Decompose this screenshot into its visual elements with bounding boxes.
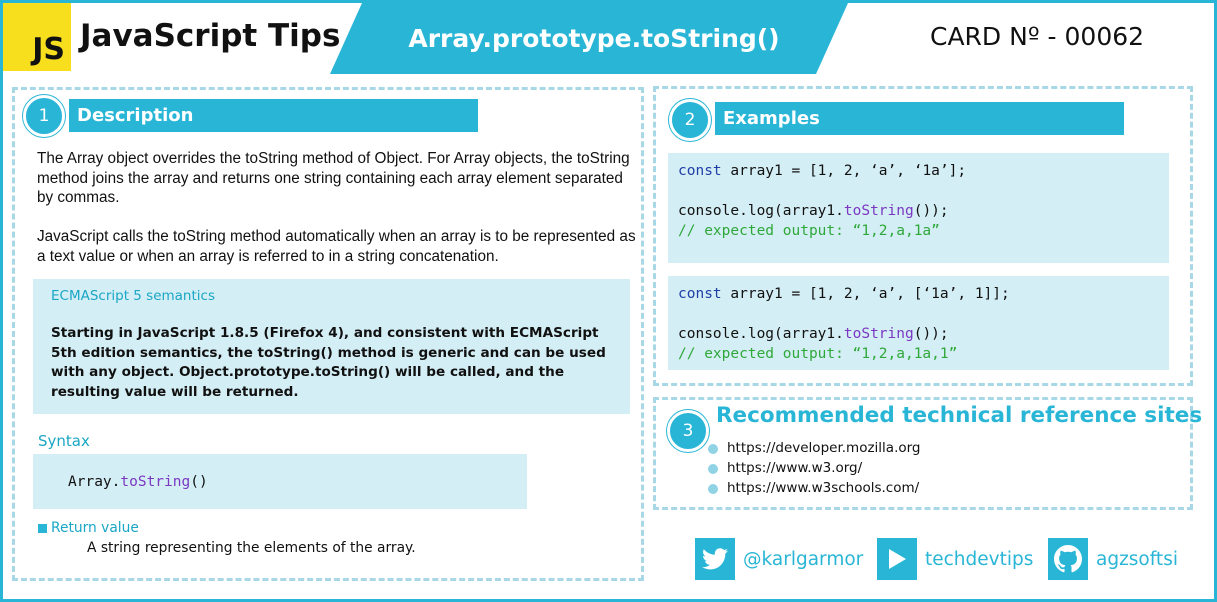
js-logo: JS (3, 3, 71, 71)
code-method: toString (843, 203, 914, 219)
return-value-label: Return value (51, 520, 139, 536)
youtube-play-icon (877, 538, 917, 580)
code-text: array1 = [1, 2, ‘a’, [‘1a’, 1]]; (721, 286, 1010, 302)
return-value-text: A string representing the elements of th… (87, 540, 416, 556)
code-comment: // expected output: “1,2,a,1a” (678, 223, 940, 239)
syntax-object: Array. (68, 473, 121, 490)
reference-link-mdn[interactable]: https://developer.mozilla.org (708, 438, 921, 458)
example-1-code: const array1 = [1, 2, ‘a’, ‘1a’]; consol… (668, 153, 1169, 263)
social-youtube[interactable]: techdevtips (877, 538, 1033, 580)
syntax-method: toString (120, 473, 191, 490)
section-number-1: 1 (23, 95, 65, 137)
reference-link-w3[interactable]: https://www.w3.org/ (708, 458, 921, 478)
syntax-parens: () (190, 473, 208, 490)
code-line: const array1 = [1, 2, ‘a’, [‘1a’, 1]]; (678, 284, 1169, 304)
bullet-icon (708, 464, 718, 474)
brand-title: JavaScript Tips (80, 18, 341, 54)
examples-heading: Examples (715, 102, 1124, 135)
code-text: console.log(array1. (678, 203, 844, 219)
semantics-box: ECMAScript 5 semantics Starting in JavaS… (33, 279, 630, 414)
return-value-bullet-icon (38, 524, 47, 533)
semantics-body: Starting in JavaScript 1.8.5 (Firefox 4)… (51, 325, 606, 400)
syntax-label: Syntax (38, 432, 90, 450)
semantics-title: ECMAScript 5 semantics (51, 288, 215, 304)
code-method: toString (843, 326, 914, 342)
title-banner: Array.prototype.toString() (330, 3, 848, 74)
code-text: console.log(array1. (678, 326, 844, 342)
description-heading: Description (69, 99, 478, 132)
reference-link-w3schools[interactable]: https://www.w3schools.com/ (708, 478, 921, 498)
social-twitter[interactable]: @karlgarmor (695, 538, 863, 580)
reference-url: https://www.w3.org/ (727, 460, 863, 476)
reference-url: https://developer.mozilla.org (727, 440, 921, 456)
references-heading: Recommended technical reference sites (716, 403, 1203, 428)
github-icon (1048, 538, 1088, 580)
code-text: array1 = [1, 2, ‘a’, ‘1a’]; (721, 163, 967, 179)
code-text: ()); (913, 326, 949, 342)
page-title: Array.prototype.toString() (408, 24, 780, 53)
code-keyword: const (678, 286, 722, 302)
syntax-code: Array. toString() (33, 454, 527, 509)
example-2-code: const array1 = [1, 2, ‘a’, [‘1a’, 1]]; c… (668, 276, 1169, 370)
bullet-icon (708, 444, 718, 454)
code-comment: // expected output: “1,2,a,1a,1” (678, 346, 958, 362)
code-keyword: const (678, 163, 722, 179)
description-paragraph-2: JavaScript calls the toString method aut… (37, 228, 636, 265)
twitter-icon (695, 538, 735, 580)
github-handle: agzsoftsi (1096, 548, 1178, 570)
twitter-handle: @karlgarmor (743, 548, 864, 570)
reference-url: https://www.w3schools.com/ (727, 480, 920, 496)
code-line: const array1 = [1, 2, ‘a’, ‘1a’]; (678, 161, 1169, 181)
bullet-icon (708, 484, 718, 494)
description-paragraph-1: The Array object overrides the toString … (37, 150, 630, 206)
youtube-handle: techdevtips (925, 548, 1034, 570)
section-number-3: 3 (667, 410, 709, 452)
section-number-2: 2 (669, 99, 711, 141)
social-github[interactable]: agzsoftsi (1048, 538, 1178, 580)
js-logo-text: JS (32, 32, 65, 67)
code-line: console.log(array1.toString()); (678, 324, 1169, 344)
reference-list: https://developer.mozilla.org https://ww… (708, 438, 921, 498)
code-line: console.log(array1.toString()); (678, 201, 1169, 221)
card-number: CARD Nº - 00062 (930, 22, 1145, 51)
code-text: ()); (913, 203, 949, 219)
